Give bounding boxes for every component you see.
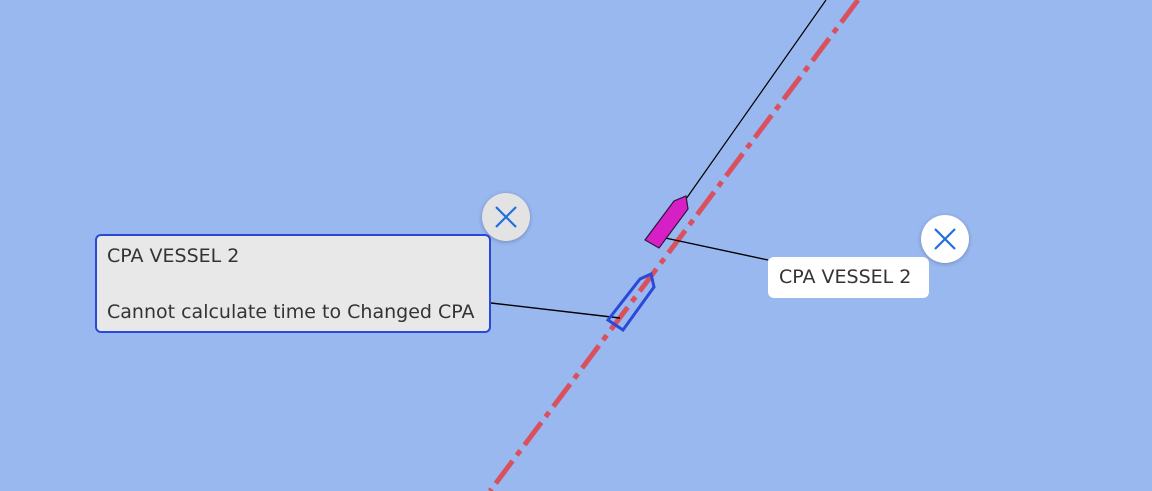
- target-ship-icon[interactable]: [644, 195, 689, 249]
- route-line: [487, 0, 861, 491]
- own-label-leader: [490, 302, 621, 319]
- close-target-label-button[interactable]: [921, 215, 969, 263]
- close-icon: [495, 206, 517, 228]
- own-label-message: Cannot calculate time to Changed CPA: [107, 301, 475, 323]
- close-own-label-button[interactable]: [482, 193, 530, 241]
- target-heading-line: [685, 0, 827, 200]
- target-label-title: CPA VESSEL 2: [779, 266, 912, 288]
- own-vessel-cpa-label[interactable]: CPA VESSEL 2 Cannot calculate time to Ch…: [95, 234, 491, 333]
- close-icon: [934, 228, 956, 250]
- own-label-title: CPA VESSEL 2: [107, 245, 240, 267]
- target-vessel-cpa-label[interactable]: CPA VESSEL 2: [768, 257, 929, 298]
